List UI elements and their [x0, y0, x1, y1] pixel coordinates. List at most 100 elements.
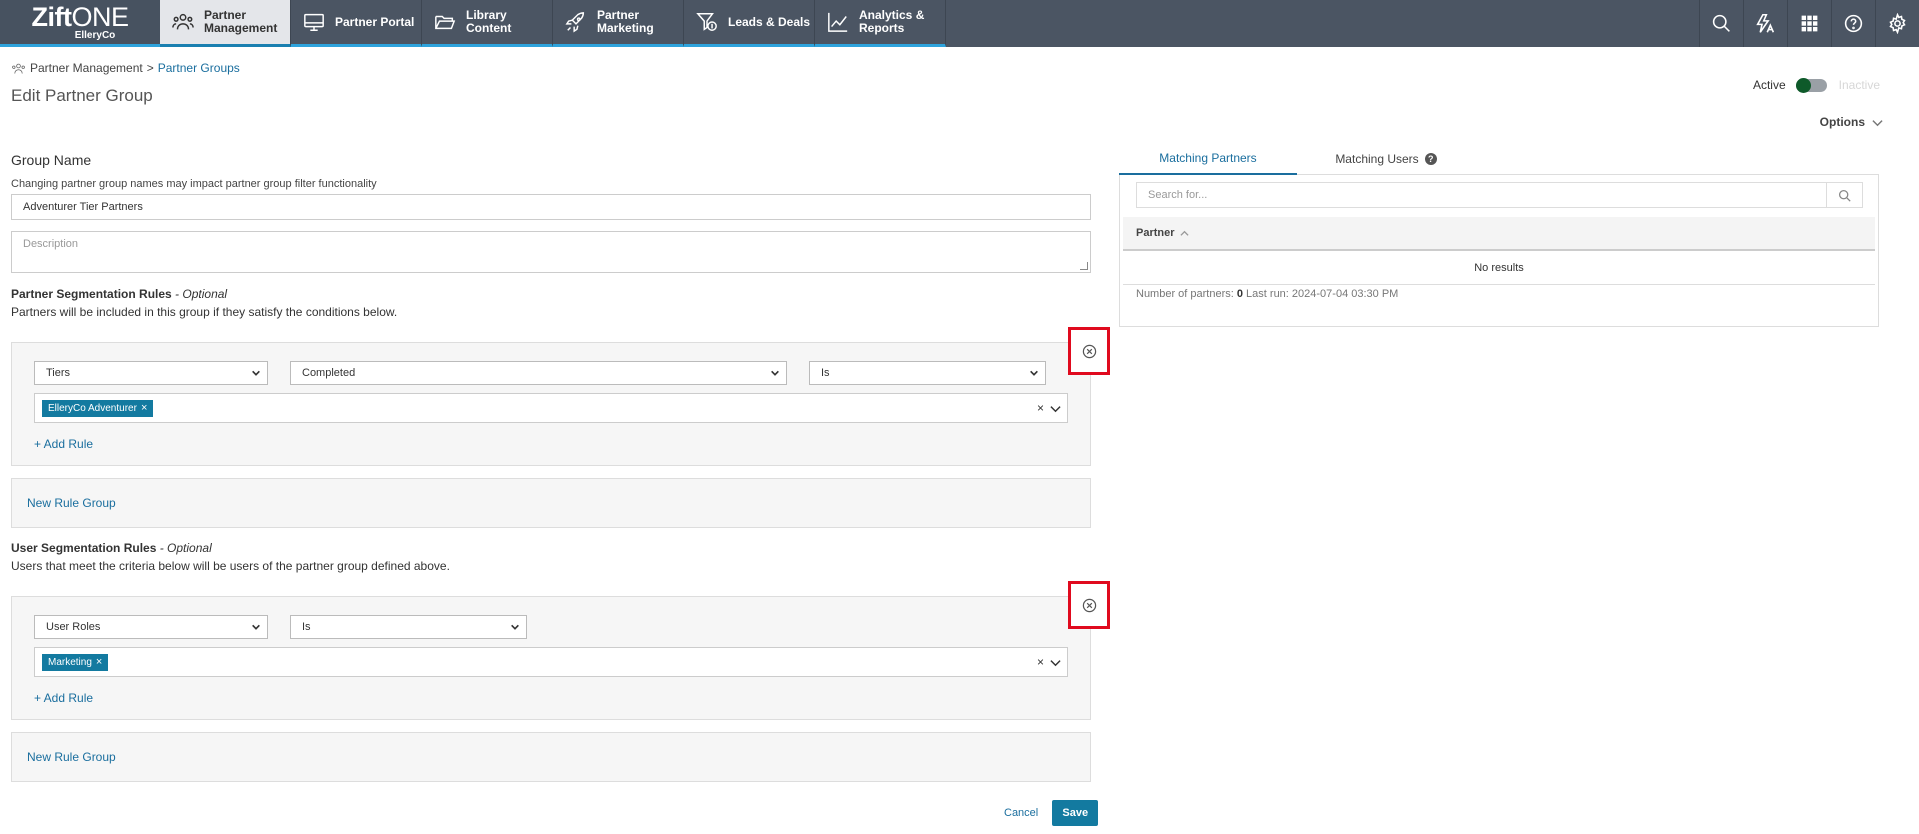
nav-item-analytics-reports[interactable]: Analytics & Reports	[815, 0, 946, 47]
active-toggle-switch[interactable]	[1795, 77, 1827, 93]
group-name-hint: Changing partner group names may impact …	[11, 178, 377, 190]
help-icon[interactable]: ?	[1424, 152, 1437, 165]
partner-rule-status-select[interactable]: Completed	[290, 361, 787, 385]
partner-count-footer: Number of partners: 0 Last run: 2024-07-…	[1136, 288, 1399, 300]
nav-item-leads-deals[interactable]: Leads & Deals	[684, 0, 815, 47]
partner-search-button[interactable]	[1826, 183, 1862, 207]
chevron-down-icon	[511, 624, 519, 630]
tab-matching-partners[interactable]: Matching Partners	[1119, 143, 1297, 175]
nav-label: Leads & Deals	[728, 14, 811, 29]
chevron-down-icon[interactable]	[1050, 657, 1061, 668]
nav-item-partner-marketing[interactable]: Partner Marketing	[553, 0, 684, 47]
status-inactive-label: Inactive	[1838, 78, 1880, 92]
description-textarea[interactable]: Description	[11, 231, 1091, 273]
search-icon	[1712, 14, 1730, 32]
help-icon	[1844, 14, 1863, 33]
ziftone-logo[interactable]: ZiftONE ElleryCo	[0, 0, 160, 47]
partners-icon	[12, 63, 25, 74]
nav-label: Partner Management	[204, 8, 278, 35]
user-rules-heading: User Segmentation Rules - Optional	[11, 541, 212, 555]
help-button[interactable]	[1831, 0, 1875, 47]
search-icon	[1838, 189, 1851, 202]
gear-icon	[1889, 13, 1906, 34]
status-toggle: Active Inactive	[1753, 77, 1880, 93]
remove-partner-rule-group-button[interactable]	[1068, 327, 1110, 375]
translate-button[interactable]	[1743, 0, 1787, 47]
value-tag: ElleryCo Adventurer ×	[42, 399, 154, 417]
user-rule-operator-select[interactable]: Is	[290, 615, 527, 639]
partner-rules-heading: Partner Segmentation Rules - Optional	[11, 287, 228, 301]
partner-rule-operator-select[interactable]: Is	[809, 361, 1046, 385]
partner-search-input[interactable]: Search for...	[1137, 189, 1826, 201]
user-rule-group: User Roles Is Marketing × × + Add Rule	[11, 581, 1110, 720]
remove-user-rule-group-button[interactable]	[1068, 581, 1110, 629]
clear-values-icon[interactable]: ×	[1037, 655, 1044, 669]
user-rule-field-select[interactable]: User Roles	[34, 615, 268, 639]
cancel-button[interactable]: Cancel	[1004, 807, 1038, 819]
partner-rule-field-select[interactable]: Tiers	[34, 361, 268, 385]
partner-search: Search for...	[1136, 182, 1863, 208]
breadcrumb: Partner Management > Partner Groups	[11, 61, 240, 75]
breadcrumb-partner-groups-link[interactable]: Partner Groups	[158, 61, 240, 75]
chevron-down-icon	[252, 624, 260, 630]
remove-tag-icon[interactable]: ×	[141, 400, 147, 417]
save-button[interactable]: Save	[1052, 800, 1099, 826]
nav-utility-icons	[1699, 0, 1919, 47]
partner-rule-row: Tiers Completed Is	[34, 361, 1068, 385]
nav-label: Library Content	[466, 8, 512, 35]
apps-grid-button[interactable]	[1787, 0, 1831, 47]
empty-results: No results	[1123, 251, 1875, 285]
nav-item-partner-portal[interactable]: Partner Portal	[291, 0, 422, 47]
matching-tabs: Matching Partners Matching Users ?	[1119, 143, 1879, 175]
user-rules-description: Users that meet the criteria below will …	[11, 559, 450, 573]
form-actions: Cancel Save	[1004, 800, 1099, 826]
options-dropdown[interactable]: Options	[1820, 115, 1883, 129]
funnel-dollar-icon	[696, 13, 717, 31]
nav-item-partner-management[interactable]: Partner Management	[160, 0, 291, 47]
chart-line-icon	[828, 12, 848, 32]
tab-matching-users[interactable]: Matching Users ?	[1297, 143, 1475, 175]
edit-group-form: Group Name Changing partner group names …	[11, 152, 1110, 782]
top-navigation-bar: ZiftONE ElleryCo Partner Management Part…	[0, 0, 1919, 47]
sort-ascending-icon	[1179, 230, 1189, 236]
matching-panel: Matching Partners Matching Users ? Searc…	[1119, 143, 1879, 327]
clear-values-icon[interactable]: ×	[1037, 401, 1044, 415]
monitor-icon	[304, 13, 324, 31]
user-new-rule-group-button[interactable]: New Rule Group	[11, 732, 1091, 782]
remove-tag-icon[interactable]: ×	[96, 654, 102, 671]
group-name-input[interactable]: Adventurer Tier Partners	[11, 194, 1091, 220]
apps-grid-icon	[1801, 15, 1818, 32]
partner-new-rule-group-button[interactable]: New Rule Group	[11, 478, 1091, 528]
partner-column-header[interactable]: Partner	[1123, 217, 1875, 251]
partner-rule-values-field[interactable]: ElleryCo Adventurer × ×	[34, 393, 1068, 423]
breadcrumb-separator: >	[146, 61, 154, 75]
nav-label: Partner Portal	[335, 14, 415, 29]
user-add-rule-link[interactable]: + Add Rule	[34, 691, 93, 705]
chevron-down-icon	[1030, 370, 1038, 376]
nav-label: Analytics & Reports	[859, 8, 925, 35]
settings-button[interactable]	[1875, 0, 1919, 47]
partner-rule-group: Tiers Completed Is ElleryCo Adventurer × …	[11, 327, 1110, 466]
partner-rules-description: Partners will be included in this group …	[11, 305, 398, 319]
user-rule-values-field[interactable]: Marketing × ×	[34, 647, 1068, 677]
folder-icon	[435, 15, 456, 30]
chevron-down-icon[interactable]	[1050, 403, 1061, 414]
page-title: Edit Partner Group	[11, 86, 153, 105]
user-rule-row: User Roles Is	[34, 615, 1068, 639]
nav-label: Partner Marketing	[597, 8, 654, 35]
logo-company-name: ElleryCo	[74, 29, 116, 41]
nav-item-library-content[interactable]: Library Content	[422, 0, 553, 47]
options-label: Options	[1819, 115, 1865, 129]
chevron-down-icon	[1872, 119, 1883, 126]
main-nav: Partner Management Partner Portal Librar…	[160, 0, 946, 47]
partners-icon	[172, 13, 194, 30]
value-tag: Marketing ×	[42, 653, 109, 671]
translate-icon	[1756, 13, 1775, 33]
search-button[interactable]	[1699, 0, 1743, 47]
rocket-icon	[565, 12, 585, 33]
partner-add-rule-link[interactable]: + Add Rule	[34, 437, 93, 451]
chevron-down-icon	[252, 370, 260, 376]
close-circle-icon	[1082, 344, 1096, 358]
close-circle-icon	[1082, 598, 1096, 612]
tabs-spacer	[1475, 143, 1879, 175]
